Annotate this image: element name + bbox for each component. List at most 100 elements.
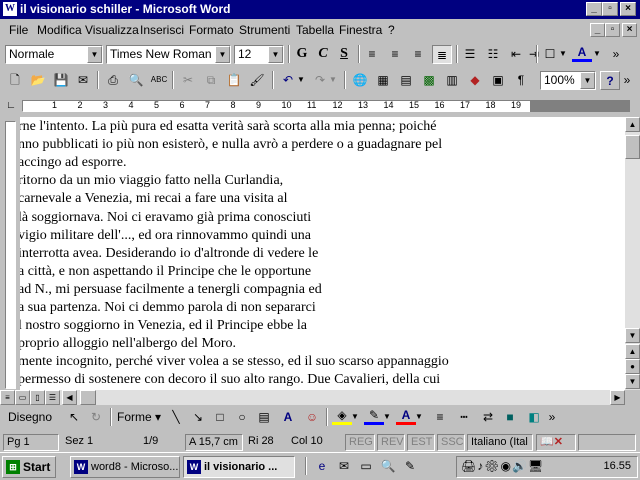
select-objects-icon[interactable]: ↖ [64, 408, 84, 427]
menu-strumenti[interactable]: Strumenti [239, 23, 290, 37]
draw-menu-button[interactable]: Disegno ▾ [8, 408, 60, 427]
arrow-style-icon[interactable]: ⇄ [478, 408, 498, 427]
italic-button[interactable]: C [313, 45, 333, 64]
rectangle-icon[interactable]: □ [210, 408, 230, 427]
open-folder-icon[interactable]: 📂 [28, 71, 48, 90]
browse-object-button[interactable]: ● [625, 359, 640, 374]
title-bar[interactable]: W il visionario schiller - Microsoft Wor… [0, 0, 640, 19]
notepad-icon[interactable]: ✎ [400, 457, 420, 476]
doc-minimize-button[interactable]: _ [590, 23, 605, 37]
task-word8[interactable]: Wword8 - Microso... [70, 456, 180, 478]
more-buttons-icon[interactable]: » [546, 408, 558, 427]
dash-style-icon[interactable]: ┅ [454, 408, 474, 427]
paste-icon[interactable]: 📋 [224, 71, 244, 90]
chevron-down-icon[interactable]: ▼ [382, 408, 392, 427]
columns-icon[interactable]: ▥ [442, 71, 462, 90]
align-right-icon[interactable]: ≡ [408, 45, 428, 64]
scroll-left-button[interactable]: ◀ [62, 390, 77, 405]
shadow-icon[interactable]: ■ [500, 408, 520, 427]
arrow-icon[interactable]: ↘ [188, 408, 208, 427]
chevron-down-icon[interactable]: ▼ [580, 72, 595, 89]
next-page-button[interactable]: ▼ [625, 374, 640, 389]
scroll-right-button[interactable]: ▶ [610, 390, 625, 405]
status-ovr[interactable]: SSC [437, 434, 465, 451]
chevron-down-icon[interactable]: ▼ [328, 71, 338, 90]
font-combo[interactable]: Times New Roman ▼ [106, 45, 231, 64]
search-icon[interactable]: 🔍 [378, 457, 398, 476]
menu-inserisci[interactable]: Inserisci [140, 23, 184, 37]
menu-visualizza[interactable]: Visualizza [85, 23, 139, 37]
underline-button[interactable]: S [334, 45, 354, 64]
3d-icon[interactable]: ◧ [524, 408, 544, 427]
text-box-icon[interactable]: ▤ [254, 408, 274, 427]
outlook-icon[interactable]: ✉ [334, 457, 354, 476]
horizontal-ruler[interactable]: ∟ 1 2 3 4 5 6 7 8 9 10 11 12 13 14 15 16 17 18 19 [0, 97, 640, 116]
previous-page-button[interactable]: ▲ [625, 344, 640, 359]
doc-restore-button[interactable]: ▫ [605, 23, 620, 37]
close-button[interactable]: × [620, 2, 636, 16]
menu-finestra[interactable]: Finestra [339, 23, 382, 37]
help-icon[interactable]: ? [600, 71, 620, 90]
tab-stop-icon[interactable]: ∟ [3, 98, 19, 114]
outline-view-icon[interactable]: ☰ [45, 390, 60, 405]
horizontal-scrollbar[interactable]: ≡ ▭ ▯ ☰ ◀ ▶ [0, 390, 625, 405]
chevron-down-icon[interactable]: ▼ [558, 45, 568, 64]
status-rec[interactable]: REG [345, 434, 375, 451]
more-buttons-icon[interactable]: » [620, 71, 634, 90]
hyperlink-icon[interactable]: 🌐 [350, 71, 370, 90]
free-rotate-icon[interactable]: ↻ [86, 408, 106, 427]
internet-explorer-icon[interactable]: e [312, 457, 332, 476]
menu-modifica[interactable]: Modifica [37, 23, 82, 37]
spelling-icon[interactable]: ABC [149, 71, 169, 90]
align-left-icon[interactable]: ≡ [362, 45, 382, 64]
scroll-thumb[interactable] [625, 135, 640, 159]
insert-excel-icon[interactable]: ▩ [419, 71, 439, 90]
font-size-combo[interactable]: 12 ▼ [234, 45, 284, 64]
chevron-down-icon[interactable]: ▼ [414, 408, 424, 427]
web-view-icon[interactable]: ▭ [15, 390, 30, 405]
print-layout-icon[interactable]: ▯ [30, 390, 45, 405]
desktop-icon[interactable]: ▭ [356, 457, 376, 476]
wordart-icon[interactable]: A [278, 408, 298, 427]
scroll-thumb[interactable] [80, 390, 96, 405]
tray-icons[interactable]: 🖨♪⚙◉🔊🖥 [461, 459, 544, 473]
spelling-status-icon[interactable]: 📖✕ [536, 434, 576, 451]
numbered-list-icon[interactable]: ☰ [460, 45, 480, 64]
vertical-scrollbar[interactable]: ▲ ▼ ▲ ● ▼ [625, 117, 640, 390]
status-language[interactable]: Italiano (Ital [467, 434, 533, 451]
chevron-down-icon[interactable]: ▼ [592, 45, 602, 64]
word-app-icon[interactable]: W [3, 2, 17, 16]
normal-view-icon[interactable]: ≡ [0, 390, 15, 405]
decrease-indent-icon[interactable]: ⇤ [506, 45, 526, 64]
cut-icon[interactable]: ✂ [178, 71, 198, 90]
format-painter-icon[interactable]: 🖌 [247, 71, 267, 90]
vertical-ruler[interactable] [0, 117, 20, 390]
font-color-icon[interactable]: A [396, 408, 416, 425]
show-hide-icon[interactable]: ¶ [511, 71, 531, 90]
line-style-icon[interactable]: ≡ [430, 408, 450, 427]
minimize-button[interactable]: _ [586, 2, 602, 16]
document-map-icon[interactable]: ▣ [488, 71, 508, 90]
line-icon[interactable]: ╲ [166, 408, 186, 427]
drawing-icon[interactable]: ◆ [465, 71, 485, 90]
doc-close-button[interactable]: × [622, 23, 637, 37]
bold-button[interactable]: G [292, 45, 312, 64]
status-ext[interactable]: EST [407, 434, 435, 451]
menu-formato[interactable]: Formato [189, 23, 234, 37]
chevron-down-icon[interactable]: ▼ [268, 46, 283, 63]
task-visionario[interactable]: Wil visionario ... [183, 456, 295, 478]
insert-table-icon[interactable]: ▤ [396, 71, 416, 90]
clip-art-icon[interactable]: ☺ [302, 408, 322, 427]
document-area[interactable]: rne l'intento. La più pura ed esatta ver… [20, 117, 625, 390]
undo-icon[interactable]: ↶ [278, 71, 298, 90]
zoom-combo[interactable]: 100% ▼ [540, 71, 596, 90]
print-icon[interactable]: ⎙ [103, 71, 123, 90]
scroll-down-button[interactable]: ▼ [625, 328, 640, 343]
save-icon[interactable]: 💾 [51, 71, 71, 90]
new-document-icon[interactable]: 🗋 [5, 71, 25, 90]
font-color-icon[interactable]: A [572, 45, 592, 62]
chevron-down-icon[interactable]: ▼ [215, 46, 230, 63]
more-buttons-icon[interactable]: » [606, 45, 626, 64]
maximize-button[interactable]: ▫ [602, 2, 618, 16]
chevron-down-icon[interactable]: ▼ [350, 408, 360, 427]
